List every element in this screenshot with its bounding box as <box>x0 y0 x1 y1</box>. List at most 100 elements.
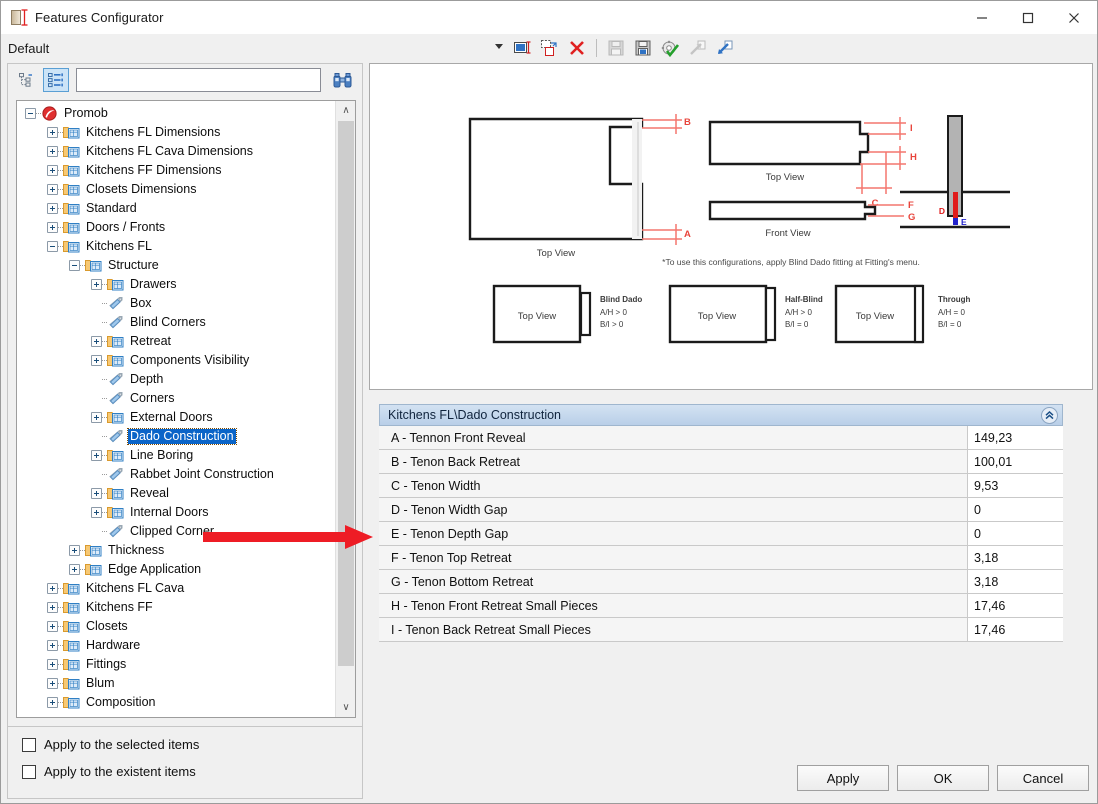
tree-item[interactable]: Edge Application <box>17 560 334 579</box>
property-row[interactable]: E - Tenon Depth Gap 0 <box>379 522 1063 546</box>
property-row[interactable]: D - Tenon Width Gap 0 <box>379 498 1063 522</box>
expand-node-icon[interactable] <box>47 203 58 214</box>
expand-node-icon[interactable] <box>47 146 58 157</box>
save-icon[interactable] <box>604 36 628 60</box>
property-value[interactable]: 0 <box>967 522 1063 545</box>
expand-node-icon[interactable] <box>47 165 58 176</box>
checkbox-apply-selected[interactable] <box>22 737 36 752</box>
tree-item[interactable]: Rabbet Joint Construction <box>17 465 334 484</box>
expand-node-icon[interactable] <box>47 621 58 632</box>
property-value[interactable]: 3,18 <box>967 570 1063 593</box>
cancel-button[interactable]: Cancel <box>997 765 1089 791</box>
tree-item[interactable]: Closets <box>17 617 334 636</box>
property-value[interactable]: 3,18 <box>967 546 1063 569</box>
import-icon[interactable] <box>712 36 736 60</box>
property-row[interactable]: H - Tenon Front Retreat Small Pieces 17,4… <box>379 594 1063 618</box>
export-icon[interactable] <box>685 36 709 60</box>
tree-item[interactable]: Composition <box>17 693 334 712</box>
expand-node-icon[interactable] <box>91 507 102 518</box>
binoculars-icon[interactable] <box>330 68 356 92</box>
collapse-node-icon[interactable] <box>25 108 36 119</box>
checkbox-row-existent-items[interactable]: Apply to the existent items <box>22 764 362 779</box>
save-as-icon[interactable] <box>631 36 655 60</box>
checkbox-row-selected-items[interactable]: Apply to the selected items <box>22 737 362 752</box>
property-row[interactable]: I - Tenon Back Retreat Small Pieces 17,46 <box>379 618 1063 642</box>
collapse-node-icon[interactable] <box>47 241 58 252</box>
configuration-profile-value[interactable]: Default <box>8 41 49 56</box>
collapse-tree-icon[interactable] <box>14 68 40 92</box>
tree-item[interactable]: Blind Corners <box>17 313 334 332</box>
property-row[interactable]: F - Tenon Top Retreat 3,18 <box>379 546 1063 570</box>
property-row[interactable]: C - Tenon Width 9,53 <box>379 474 1063 498</box>
duplicate-configuration-icon[interactable] <box>538 36 562 60</box>
expand-node-icon[interactable] <box>91 488 102 499</box>
settings-apply-icon[interactable] <box>658 36 682 60</box>
chevron-up-double-icon[interactable] <box>1041 407 1058 424</box>
expand-node-icon[interactable] <box>47 184 58 195</box>
expand-node-icon[interactable] <box>47 583 58 594</box>
apply-button[interactable]: Apply <box>797 765 889 791</box>
minimize-button[interactable] <box>959 1 1005 34</box>
property-value[interactable]: 9,53 <box>967 474 1063 497</box>
property-value[interactable]: 0 <box>967 498 1063 521</box>
property-value[interactable]: 17,46 <box>967 618 1063 641</box>
tree-view[interactable]: Promob Kitchens FL Dimensions Kitchens FL … <box>17 104 334 717</box>
tree-item[interactable]: Structure <box>17 256 334 275</box>
tree-item[interactable]: Fittings <box>17 655 334 674</box>
expand-node-icon[interactable] <box>69 545 80 556</box>
tree-item[interactable]: Internal Doors <box>17 503 334 522</box>
close-button[interactable] <box>1051 1 1097 34</box>
property-row[interactable]: B - Tenon Back Retreat 100,01 <box>379 450 1063 474</box>
property-row[interactable]: A - Tennon Front Reveal 149,23 <box>379 426 1063 450</box>
tree-item[interactable]: Retreat <box>17 332 334 351</box>
tree-item[interactable]: Reveal <box>17 484 334 503</box>
tree-item[interactable]: Kitchens FL Dimensions <box>17 123 334 142</box>
delete-configuration-icon[interactable] <box>565 36 589 60</box>
expand-node-icon[interactable] <box>47 640 58 651</box>
tree-item[interactable]: Line Boring <box>17 446 334 465</box>
property-row[interactable]: G - Tenon Bottom Retreat 3,18 <box>379 570 1063 594</box>
expand-node-icon[interactable] <box>91 279 102 290</box>
tree-item[interactable]: Standard <box>17 199 334 218</box>
tree-item[interactable]: Kitchens FF <box>17 598 334 617</box>
expand-node-icon[interactable] <box>91 450 102 461</box>
tree-item[interactable]: Closets Dimensions <box>17 180 334 199</box>
tree-item[interactable]: Promob <box>17 104 334 123</box>
tree-item[interactable]: Thickness <box>17 541 334 560</box>
expand-node-icon[interactable] <box>47 697 58 708</box>
expand-node-icon[interactable] <box>47 659 58 670</box>
expand-tree-icon[interactable] <box>43 68 69 92</box>
tree-item-selected[interactable]: Dado Construction <box>17 427 334 446</box>
scroll-thumb[interactable] <box>338 121 354 666</box>
tree-item[interactable]: Kitchens FL Cava <box>17 579 334 598</box>
tree-item[interactable]: Hardware <box>17 636 334 655</box>
expand-node-icon[interactable] <box>47 127 58 138</box>
tree-item[interactable]: Corners <box>17 389 334 408</box>
tree-scrollbar[interactable]: ∧ ∨ <box>335 101 355 717</box>
tree-search-input[interactable] <box>76 68 321 92</box>
expand-node-icon[interactable] <box>91 355 102 366</box>
expand-node-icon[interactable] <box>47 678 58 689</box>
ok-button[interactable]: OK <box>897 765 989 791</box>
tree-item[interactable]: Depth <box>17 370 334 389</box>
tree-item[interactable]: Doors / Fronts <box>17 218 334 237</box>
scroll-up-button[interactable]: ∧ <box>336 101 355 120</box>
tree-item[interactable]: Clipped Corner <box>17 522 334 541</box>
property-value[interactable]: 100,01 <box>967 450 1063 473</box>
tree-item[interactable]: Box <box>17 294 334 313</box>
tree-item[interactable]: Kitchens FF Dimensions <box>17 161 334 180</box>
expand-node-icon[interactable] <box>91 336 102 347</box>
expand-node-icon[interactable] <box>47 602 58 613</box>
property-value[interactable]: 149,23 <box>967 426 1063 449</box>
expand-node-icon[interactable] <box>47 222 58 233</box>
tree-item[interactable]: Components Visibility <box>17 351 334 370</box>
expand-node-icon[interactable] <box>91 412 102 423</box>
rename-configuration-icon[interactable] <box>511 36 535 60</box>
property-value[interactable]: 17,46 <box>967 594 1063 617</box>
tree-item[interactable]: Drawers <box>17 275 334 294</box>
checkbox-apply-existent[interactable] <box>22 764 36 779</box>
expand-node-icon[interactable] <box>69 564 80 575</box>
scroll-down-button[interactable]: ∨ <box>336 698 355 717</box>
tree-item[interactable]: Kitchens FL <box>17 237 334 256</box>
chevron-down-icon[interactable] <box>495 44 503 49</box>
